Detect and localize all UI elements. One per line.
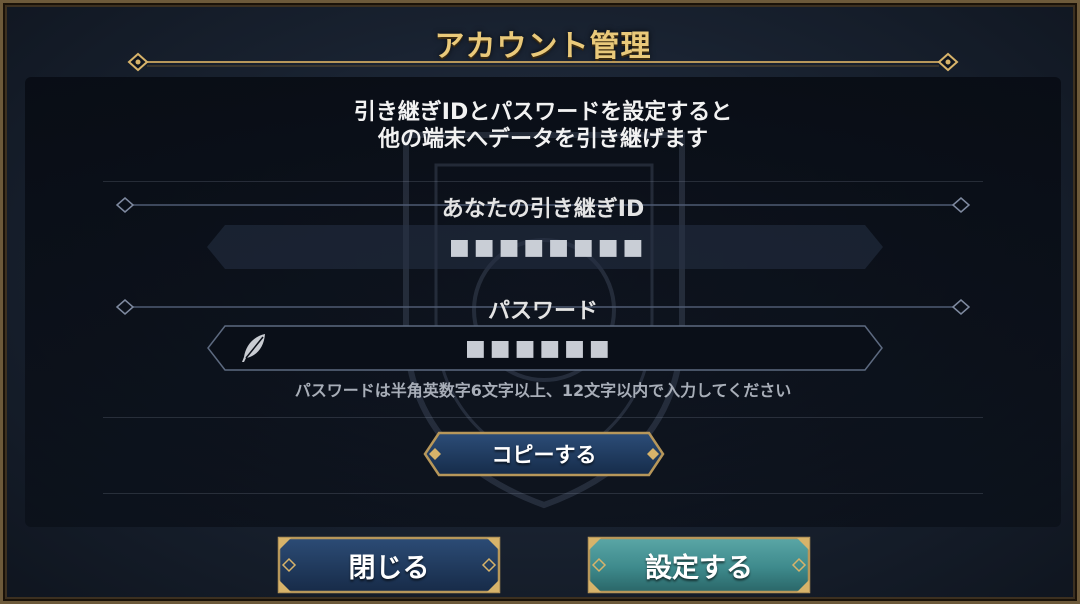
transfer-id-value: ■■■■■■■■ [449, 234, 648, 260]
divider [103, 493, 983, 494]
set-button-label: 設定する [645, 552, 753, 584]
transfer-id-field: ■■■■■■■■ [207, 225, 883, 269]
title-ornament-rule [127, 52, 959, 72]
intro-text: 引き継ぎIDとパスワードを設定すると 他の端末へデータを引き継げます [3, 99, 1080, 153]
feather-quill-icon [242, 334, 265, 362]
account-management-dialog: アカウント管理 引き継ぎIDとパスワードを設定すると 他の端末へデータを引き継げ… [0, 0, 1080, 604]
password-input[interactable]: ■■■■■■ [207, 325, 883, 371]
password-value: ■■■■■■ [465, 335, 614, 361]
divider [103, 181, 983, 182]
copy-button-label: コピーする [491, 443, 597, 467]
intro-line-1: 引き継ぎIDとパスワードを設定すると [353, 100, 733, 125]
divider [103, 417, 983, 418]
intro-line-2: 他の端末へデータを引き継げます [377, 127, 708, 152]
copy-button[interactable]: コピーする [423, 431, 665, 477]
close-button[interactable]: 閉じる [277, 536, 501, 594]
transfer-id-label: あなたの引き継ぎID [441, 197, 645, 222]
password-hint: パスワードは半角英数字6文字以上、12文字以内で入力してください [294, 381, 792, 400]
close-button-label: 閉じる [348, 552, 430, 584]
set-button[interactable]: 設定する [587, 536, 811, 594]
password-label: パスワード [487, 299, 598, 324]
